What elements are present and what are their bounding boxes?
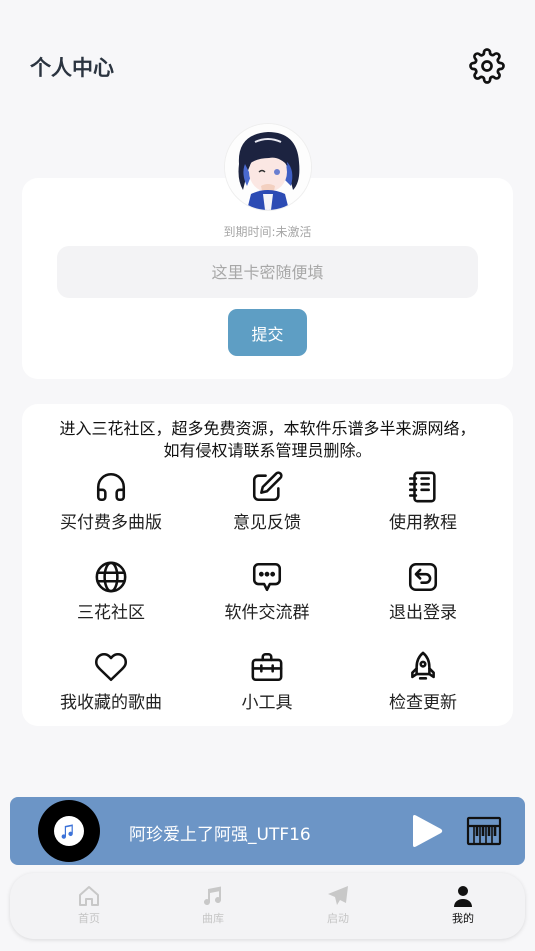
chat-icon xyxy=(252,562,282,592)
notice-line-2: 如有侵权请联系管理员删除。 xyxy=(163,441,372,460)
menu-label: 软件交流群 xyxy=(224,603,310,623)
tab-label: 首页 xyxy=(78,912,100,925)
menu-label: 三花社区 xyxy=(77,603,145,623)
tab-launch[interactable]: 启动 xyxy=(298,880,378,932)
tab-home[interactable]: 首页 xyxy=(49,880,129,932)
home-icon xyxy=(79,886,99,906)
tab-mine[interactable]: 我的 xyxy=(423,880,503,932)
disc-center xyxy=(54,816,84,846)
notice-line-1: 进入三花社区，超多免费资源，本软件乐谱多半来源网络， xyxy=(59,419,476,438)
edit-icon xyxy=(252,471,283,502)
menu-label: 使用教程 xyxy=(389,513,457,533)
send-icon xyxy=(328,886,348,905)
menu-label: 退出登录 xyxy=(389,603,457,623)
notice-text: 进入三花社区，超多免费资源，本软件乐谱多半来源网络， 如有侵权请联系管理员删除。 xyxy=(22,418,513,462)
expire-text: 到期时间:未激活 xyxy=(223,225,312,239)
tab-label: 我的 xyxy=(452,912,474,925)
play-button[interactable] xyxy=(410,813,444,849)
play-icon xyxy=(413,815,443,847)
gear-icon xyxy=(469,48,505,84)
avatar-illustration xyxy=(225,124,311,210)
card-key-input[interactable] xyxy=(57,246,478,298)
menu-item-community[interactable]: 三花社区 xyxy=(41,560,181,640)
header: 个人中心 xyxy=(0,38,535,94)
menu-item-feedback[interactable]: 意见反馈 xyxy=(197,470,337,550)
notebook-icon xyxy=(408,471,436,503)
music-note-icon xyxy=(204,886,222,906)
menu-item-group[interactable]: 软件交流群 xyxy=(197,560,337,640)
menu-item-tools[interactable]: 小工具 xyxy=(197,650,337,730)
piano-button[interactable] xyxy=(466,816,502,846)
logout-icon xyxy=(408,562,438,592)
album-disc[interactable] xyxy=(38,800,100,862)
headphones-icon xyxy=(96,472,126,502)
user-icon xyxy=(454,886,472,907)
submit-button[interactable]: 提交 xyxy=(228,309,307,356)
toolbox-icon xyxy=(251,652,283,682)
menu-item-favorites[interactable]: 我收藏的歌曲 xyxy=(41,650,181,730)
song-title: 阿珍爱上了阿强_UTF16 xyxy=(129,825,311,845)
rocket-icon xyxy=(411,651,435,680)
piano-icon xyxy=(466,816,502,846)
tab-label: 启动 xyxy=(327,912,349,925)
tab-library[interactable]: 曲库 xyxy=(173,880,253,932)
tab-label: 曲库 xyxy=(202,912,224,925)
avatar[interactable] xyxy=(225,124,311,210)
music-note-icon xyxy=(61,824,73,839)
menu-label: 买付费多曲版 xyxy=(60,513,162,533)
globe-icon xyxy=(95,561,127,593)
menu-item-buy-paid[interactable]: 买付费多曲版 xyxy=(41,470,181,550)
menu-item-logout[interactable]: 退出登录 xyxy=(353,560,493,640)
menu-label: 检查更新 xyxy=(389,693,457,713)
page-title: 个人中心 xyxy=(30,56,114,80)
menu-label: 我收藏的歌曲 xyxy=(60,693,162,713)
settings-button[interactable] xyxy=(469,48,505,84)
menu-label: 小工具 xyxy=(241,693,293,713)
menu-item-tutorial[interactable]: 使用教程 xyxy=(353,470,493,550)
menu-item-update[interactable]: 检查更新 xyxy=(353,650,493,730)
menu-label: 意见反馈 xyxy=(233,513,301,533)
heart-icon xyxy=(94,652,128,682)
